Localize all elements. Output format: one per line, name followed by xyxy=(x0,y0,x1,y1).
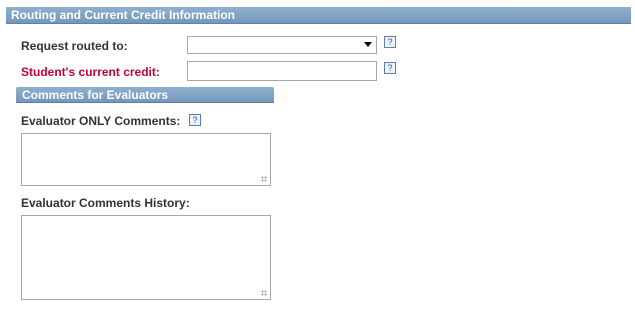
section-title: Routing and Current Credit Information xyxy=(11,8,235,22)
routed-to-label: Request routed to: xyxy=(21,39,128,53)
evaluator-only-comments-textarea[interactable] xyxy=(21,133,271,186)
evaluator-comments-history-textarea[interactable] xyxy=(21,215,271,300)
section-header-routing: Routing and Current Credit Information xyxy=(6,7,631,24)
help-icon[interactable]: ? xyxy=(189,114,201,126)
comments-subheader-title: Comments for Evaluators xyxy=(22,88,169,102)
resize-grip-icon[interactable] xyxy=(261,290,267,296)
chevron-down-icon[interactable] xyxy=(364,42,372,47)
resize-grip-icon[interactable] xyxy=(261,176,267,182)
evaluator-only-comments-label: Evaluator ONLY Comments: xyxy=(21,114,181,128)
help-icon[interactable]: ? xyxy=(384,62,396,74)
current-credit-label: Student's current credit: xyxy=(21,65,160,79)
evaluator-comments-history-label: Evaluator Comments History: xyxy=(21,196,190,210)
help-icon[interactable]: ? xyxy=(384,36,396,48)
routed-to-select[interactable] xyxy=(187,36,377,54)
current-credit-input[interactable] xyxy=(187,61,377,81)
comments-subheader: Comments for Evaluators xyxy=(16,87,274,103)
